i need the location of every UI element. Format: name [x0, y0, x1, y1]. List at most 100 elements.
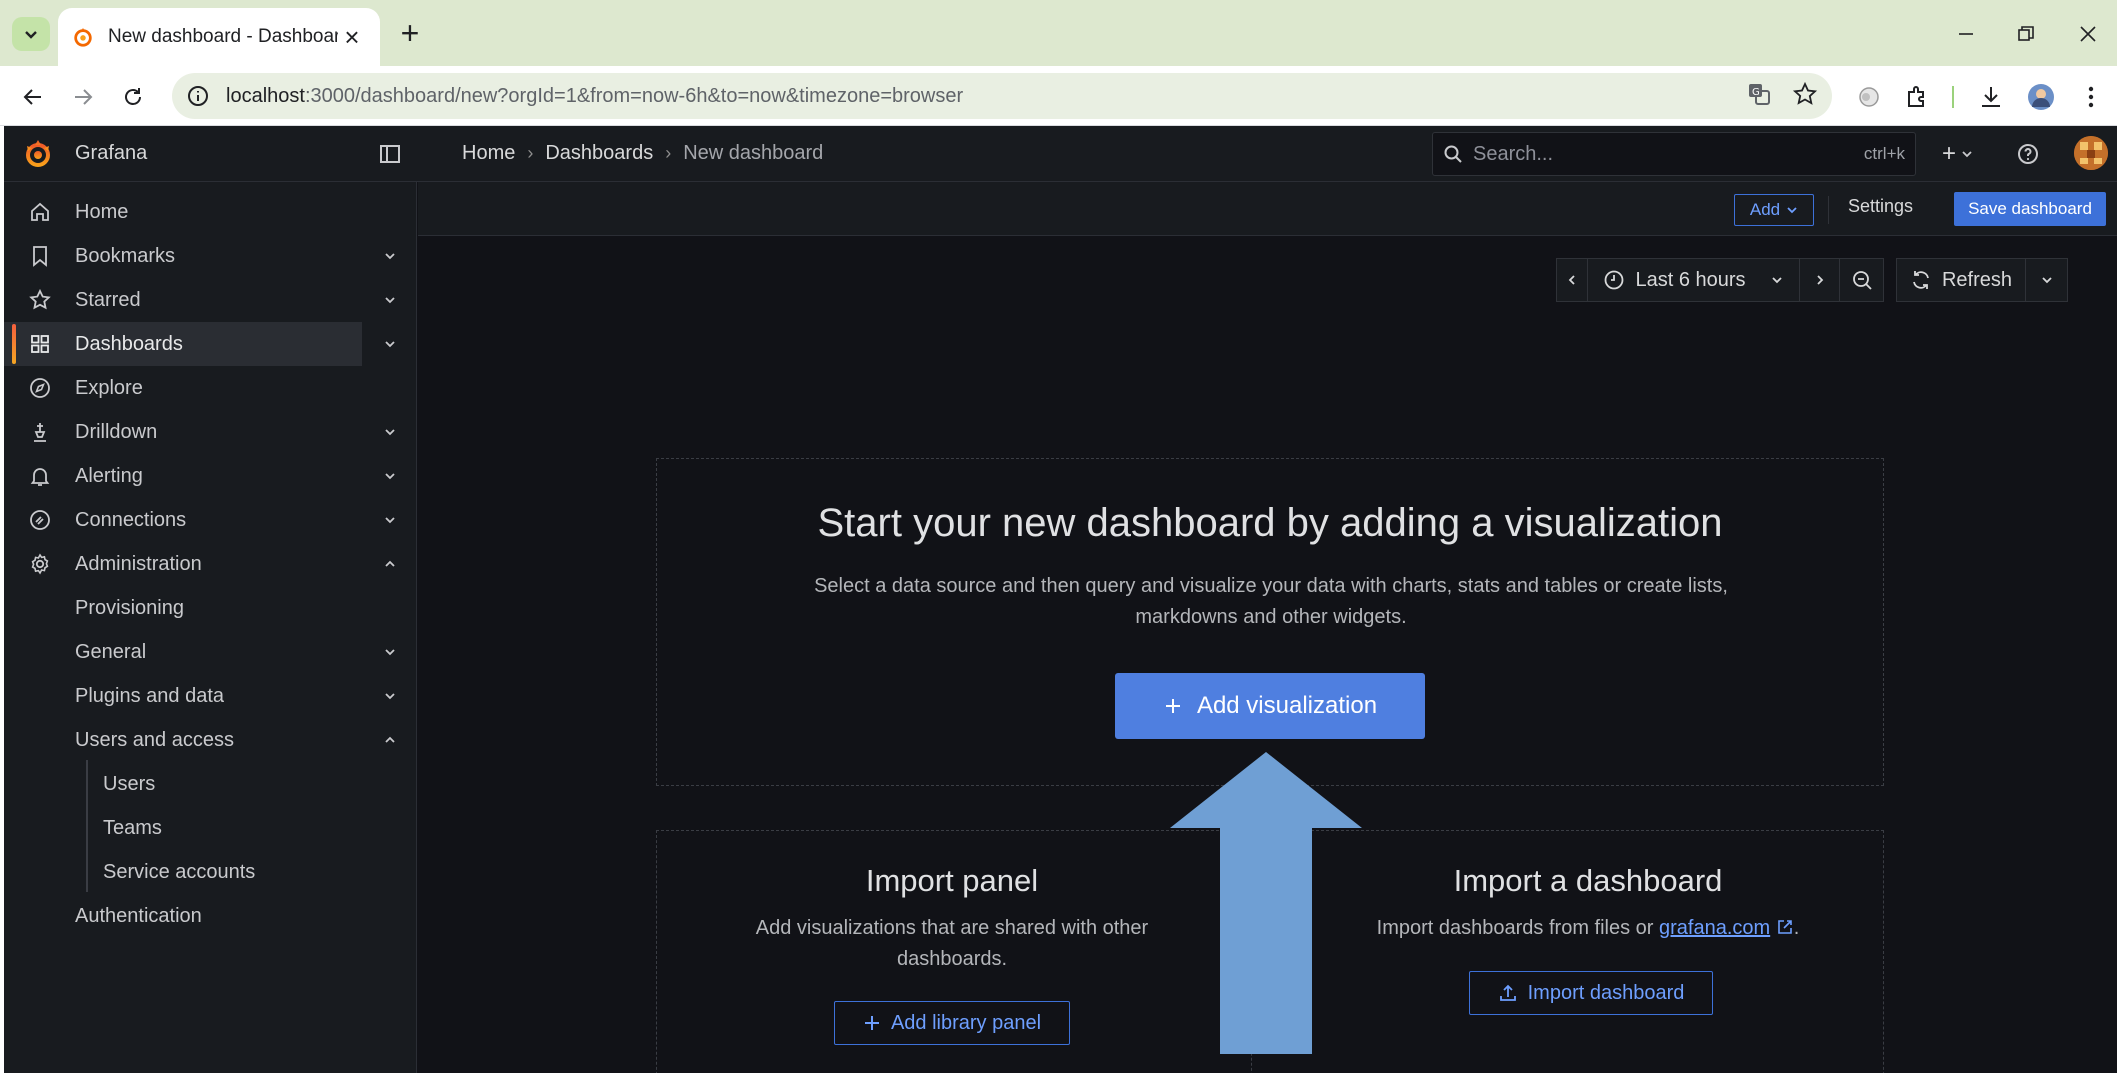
browser-tab-bar: New dashboard - Dashboards - × +	[0, 0, 2117, 66]
close-tab-icon[interactable]: ×	[338, 22, 366, 53]
time-range-forward-button[interactable]	[1800, 258, 1840, 302]
time-range-back-button[interactable]	[1556, 258, 1588, 302]
time-range-picker[interactable]: Last 6 hours	[1588, 258, 1800, 302]
chevron-up-icon[interactable]	[382, 732, 398, 748]
sidebar-item-label: Dashboards	[75, 332, 183, 355]
time-controls: Last 6 hours Refresh	[1556, 258, 2068, 302]
chevron-down-icon[interactable]	[382, 292, 398, 308]
sidebar-item-authentication[interactable]: Authentication	[4, 894, 417, 938]
compass-icon	[30, 378, 50, 398]
add-library-panel-button[interactable]: Add library panel	[834, 1001, 1070, 1045]
grafana-logo-icon[interactable]	[22, 138, 54, 170]
plus-icon	[1165, 699, 1180, 713]
sidebar-item-label: Provisioning	[75, 596, 184, 619]
apps-icon	[31, 335, 49, 353]
chevron-down-icon	[25, 31, 37, 39]
grafana-brand: Grafana	[75, 142, 148, 164]
sidebar-item-starred[interactable]: Starred	[4, 278, 417, 322]
empty-state-title: Start your new dashboard by adding a vis…	[817, 501, 1723, 545]
sidebar-item-drilldown[interactable]: Drilldown	[4, 410, 417, 454]
sidebar-item-connections[interactable]: Connections	[4, 498, 417, 542]
sidebar-item-service-accounts[interactable]: Service accounts	[4, 850, 417, 894]
empty-state-description: Select a data source and then query and …	[814, 575, 1728, 628]
sidebar-item-label: Service accounts	[103, 860, 256, 883]
save-dashboard-button[interactable]: Save dashboard	[1954, 192, 2106, 226]
close-window-icon[interactable]	[2068, 14, 2108, 54]
chevron-down-icon[interactable]	[382, 468, 398, 484]
external-link-icon[interactable]	[1776, 918, 1794, 936]
address-bar[interactable]: localhost:3000/dashboard/new?orgId=1&fro…	[172, 73, 1832, 119]
sidebar-item-label: Plugins and data	[75, 684, 225, 707]
drilldown-icon	[34, 423, 46, 442]
chevron-down-icon[interactable]	[382, 644, 398, 660]
chevron-down-icon	[2041, 277, 2052, 284]
sidebar-item-label: Starred	[75, 288, 141, 311]
add-button[interactable]: Add	[1734, 194, 1814, 226]
new-tab-button[interactable]: +	[392, 16, 428, 52]
sidebar-item-explore[interactable]: Explore	[4, 366, 417, 410]
import-dashboard-button[interactable]: Import dashboard	[1469, 971, 1713, 1015]
dock-menu-icon[interactable]	[378, 142, 402, 166]
search-placeholder: Search...	[1473, 142, 1554, 165]
url-text[interactable]: localhost:3000/dashboard/new?orgId=1&fro…	[226, 85, 963, 108]
sidebar-item-bookmarks[interactable]: Bookmarks	[4, 234, 417, 278]
plus-icon: +	[1941, 140, 1956, 167]
connections-icon	[30, 510, 50, 530]
restore-icon[interactable]	[2006, 14, 2046, 54]
sidebar-item-home[interactable]: Home	[4, 190, 417, 234]
refresh-interval-button[interactable]	[2026, 258, 2068, 302]
sidebar-item-teams[interactable]: Teams	[4, 806, 417, 850]
browser-tab-active[interactable]: New dashboard - Dashboards - ×	[58, 8, 380, 66]
chevron-up-icon[interactable]	[382, 556, 398, 572]
sidebar-item-label: Authentication	[75, 904, 202, 927]
chevron-down-icon[interactable]	[382, 424, 398, 440]
forward-icon[interactable]	[64, 78, 102, 116]
sidebar-item-label: Bookmarks	[75, 244, 176, 267]
chevron-left-icon	[1568, 275, 1575, 285]
sidebar-item-users-and-access[interactable]: Users and access	[4, 718, 417, 762]
chevron-down-icon[interactable]	[382, 336, 398, 352]
user-avatar[interactable]	[2074, 136, 2108, 170]
extensions-puzzle-icon[interactable]	[1898, 78, 1936, 116]
browser-menu-icon[interactable]	[2072, 78, 2110, 116]
refresh-button[interactable]: Refresh	[1896, 258, 2026, 302]
profile-avatar-icon[interactable]	[2022, 78, 2060, 116]
extension-icon[interactable]	[1850, 78, 1888, 116]
settings-button[interactable]: Settings	[1848, 196, 1913, 217]
site-info-icon[interactable]	[186, 84, 210, 108]
sidebar-item-general[interactable]: General	[4, 630, 417, 674]
chevron-down-icon[interactable]	[382, 688, 398, 704]
bookmark-star-icon[interactable]	[1792, 81, 1818, 107]
sidebar-item-administration[interactable]: Administration	[4, 542, 417, 586]
toolbar-divider	[1828, 196, 1829, 224]
breadcrumb-home[interactable]: Home	[462, 142, 515, 165]
downloads-icon[interactable]	[1972, 78, 2010, 116]
sidebar-item-alerting[interactable]: Alerting	[4, 454, 417, 498]
back-icon[interactable]	[14, 78, 52, 116]
search-input[interactable]: Search... ctrl+k	[1432, 132, 1916, 176]
breadcrumb-dashboards[interactable]: Dashboards	[545, 142, 653, 165]
new-menu-button[interactable]: +	[1934, 138, 1982, 170]
add-visualization-button[interactable]: Add visualization	[1115, 673, 1425, 739]
chevron-down-icon[interactable]	[382, 512, 398, 528]
help-icon[interactable]	[2016, 142, 2040, 166]
grafana-com-link[interactable]: grafana.com	[1659, 917, 1770, 939]
sidebar-item-provisioning[interactable]: Provisioning	[4, 586, 417, 630]
translate-icon[interactable]: G	[1746, 81, 1772, 107]
import-dashboard-label: Import dashboard	[1527, 981, 1685, 1004]
chevron-down-icon[interactable]	[382, 248, 398, 264]
grafana-app: Grafana Home › Dashboards › New dashboar…	[4, 126, 2117, 1073]
reload-icon[interactable]	[114, 78, 152, 116]
sidebar-item-label: Alerting	[75, 464, 143, 487]
import-panel-card: Import panel Add visualizations that are…	[657, 831, 1247, 1073]
tab-search-button[interactable]	[12, 17, 50, 51]
sidebar-item-label: General	[75, 640, 147, 663]
minimize-icon[interactable]	[1946, 14, 1986, 54]
sidebar-item-label: Drilldown	[75, 420, 158, 443]
sidebar-item-dashboards[interactable]: Dashboards	[4, 322, 362, 366]
chevron-down-icon	[1962, 151, 1972, 158]
import-dashboard-title: Import a dashboard	[1453, 863, 1723, 898]
sidebar-item-plugins-and-data[interactable]: Plugins and data	[4, 674, 417, 718]
zoom-out-button[interactable]	[1840, 258, 1884, 302]
sidebar-item-users[interactable]: Users	[4, 762, 417, 806]
